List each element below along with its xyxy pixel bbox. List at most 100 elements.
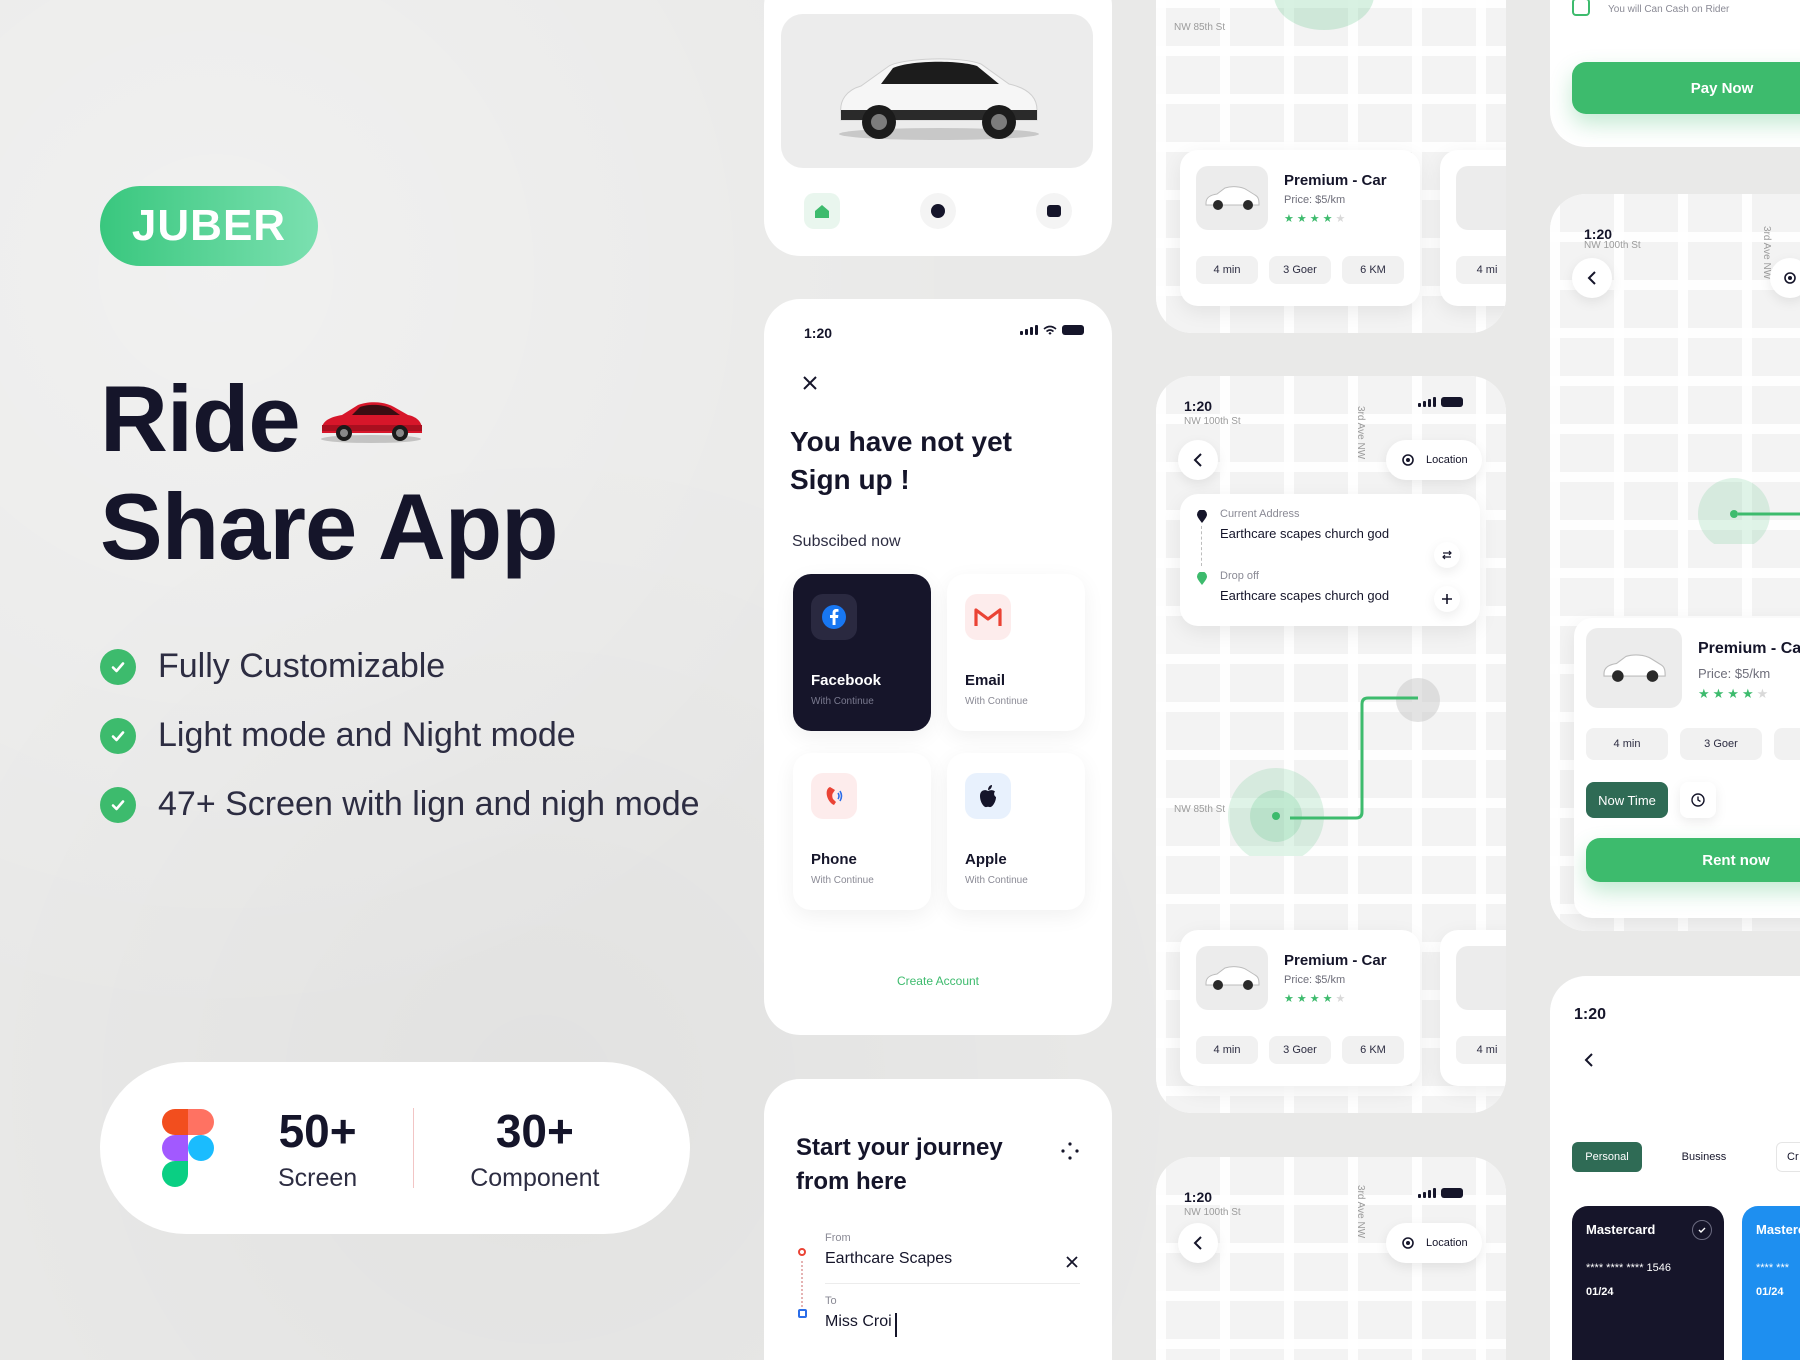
street-label: NW 85th St xyxy=(1174,22,1226,33)
target-icon xyxy=(1402,454,1414,466)
car-option-card-peek[interactable]: 4 mi xyxy=(1440,930,1506,1086)
plus-icon xyxy=(1442,594,1452,604)
schedule-button[interactable] xyxy=(1680,782,1716,818)
red-car-icon xyxy=(321,402,422,443)
back-button[interactable] xyxy=(1572,258,1612,298)
stat-label: Screen xyxy=(278,1163,358,1192)
add-stop-button[interactable] xyxy=(1434,586,1460,612)
route-screen: 1:20 NW 100th St 3rd Ave NW Location Cur… xyxy=(1156,376,1506,1113)
battery-icon xyxy=(1062,325,1084,335)
now-time-button[interactable]: Now Time xyxy=(1586,782,1668,818)
journey-title-line2: from here xyxy=(796,1168,907,1195)
rent-screen: 1:20 NW 100th St 3rd Ave NW Premium - Ca… xyxy=(1550,194,1800,931)
location-button[interactable]: Location xyxy=(1386,440,1482,480)
signup-title-line2: Sign up ! xyxy=(790,464,910,495)
rating-stars-icon: ★★★★★ xyxy=(1284,993,1349,1005)
cash-checkbox[interactable] xyxy=(1572,0,1590,16)
car-thumbnail xyxy=(1456,946,1506,1010)
suv-car-image xyxy=(839,58,1039,140)
from-input[interactable]: Earthcare Scapes xyxy=(825,1250,1045,1274)
option-title: Facebook xyxy=(811,672,882,689)
email-option[interactable]: Email With Continue xyxy=(947,574,1085,731)
journey-title: Start your journey from here xyxy=(796,1131,1003,1199)
seats-chip: 3 Goer xyxy=(1269,256,1331,284)
target-icon xyxy=(1402,1237,1414,1249)
status-icons xyxy=(1418,397,1463,407)
to-dot-icon xyxy=(798,1309,807,1318)
signal-icon xyxy=(1020,325,1038,335)
back-button[interactable] xyxy=(1178,440,1218,480)
payment-screen: You will Can Cash on Rider Pay Now xyxy=(1550,0,1800,147)
figma-logo-icon xyxy=(162,1109,214,1187)
tab-credit[interactable]: Cr xyxy=(1776,1142,1800,1172)
route-path xyxy=(1698,478,1800,544)
status-icons xyxy=(1020,325,1084,335)
cash-note: You will Can Cash on Rider xyxy=(1608,4,1730,15)
street-label: NW 100th St xyxy=(1184,1207,1241,1218)
street-label: 3rd Ave NW xyxy=(1355,1185,1366,1239)
battery-icon xyxy=(1441,397,1463,407)
location-label: Location xyxy=(1426,1237,1468,1249)
current-address[interactable]: Earthcare scapes church god xyxy=(1220,526,1389,541)
expand-icon[interactable] xyxy=(1060,1141,1080,1161)
chevron-left-icon xyxy=(1587,271,1596,285)
stat-screens: 50+ Screen xyxy=(278,1104,357,1193)
feature-item: Fully Customizable xyxy=(100,632,700,701)
to-label: To xyxy=(825,1295,837,1307)
home-icon[interactable] xyxy=(804,193,840,229)
rent-car-card: Premium - Ca Price: $5/km ★★★★★ 4 min 3 … xyxy=(1574,618,1800,918)
car-option-card[interactable]: Premium - Car Price: $5/km ★★★★★ 4 min 3… xyxy=(1180,930,1420,1086)
signup-screen: 1:20 You have not yet Sign up ! Subscibe… xyxy=(764,299,1112,1035)
close-icon[interactable] xyxy=(802,375,818,391)
signal-icon xyxy=(1418,1188,1436,1198)
distance-chip: 6 KM xyxy=(1342,256,1404,284)
chat-icon[interactable] xyxy=(920,193,956,229)
status-time: 1:20 xyxy=(1184,1189,1213,1205)
back-button[interactable] xyxy=(1178,1223,1218,1263)
car-option-card-peek[interactable]: 4 mi xyxy=(1440,150,1506,306)
clear-icon[interactable] xyxy=(1066,1256,1078,1268)
feature-item: 47+ Screen with lign and nigh mode xyxy=(100,770,700,839)
gmail-icon xyxy=(965,594,1011,640)
pay-now-button[interactable]: Pay Now xyxy=(1572,62,1800,114)
phone-option[interactable]: Phone With Continue xyxy=(793,753,931,910)
card-number: **** **** **** 1546 xyxy=(1586,1262,1672,1274)
option-subtitle: With Continue xyxy=(811,875,874,886)
signup-subtitle: Subscibed now xyxy=(792,533,901,550)
rating-stars-icon: ★★★★★ xyxy=(1284,213,1349,225)
to-input[interactable]: Miss Croi xyxy=(825,1313,897,1337)
facebook-option[interactable]: Facebook With Continue xyxy=(793,574,931,731)
swap-icon xyxy=(1442,550,1452,560)
location-label: Location xyxy=(1426,454,1468,466)
mastercard-card[interactable]: Mastercard **** **** **** 1546 01/24 xyxy=(1572,1206,1724,1360)
feature-item: Light mode and Night mode xyxy=(100,701,700,770)
route-line xyxy=(1201,526,1202,566)
dropoff-pin-icon xyxy=(1197,572,1207,585)
journey-title-line1: Start your journey xyxy=(796,1134,1003,1161)
brand-badge: JUBER xyxy=(100,186,318,266)
car-option-card[interactable]: Premium - Car Price: $5/km ★★★★★ 4 min 3… xyxy=(1180,150,1420,306)
swap-button[interactable] xyxy=(1434,542,1460,568)
seats-chip: 3 Goer xyxy=(1269,1036,1331,1064)
time-chip: 4 min xyxy=(1196,1036,1258,1064)
time-chip: 4 min xyxy=(1586,728,1668,760)
apple-option[interactable]: Apple With Continue xyxy=(947,753,1085,910)
tab-personal[interactable]: Personal xyxy=(1572,1142,1642,1172)
car-image-panel xyxy=(781,14,1093,168)
rent-now-button[interactable]: Rent now xyxy=(1586,838,1800,882)
tab-business[interactable]: Business xyxy=(1664,1142,1744,1172)
mastercard-card-2[interactable]: Masterc **** *** 01/24 xyxy=(1742,1206,1800,1360)
drop-address[interactable]: Earthcare scapes church god xyxy=(1220,588,1389,603)
location-button[interactable]: Location xyxy=(1386,1223,1482,1263)
stat-value: 50+ xyxy=(278,1104,357,1157)
check-icon xyxy=(100,786,136,823)
wifi-icon xyxy=(1043,325,1057,335)
create-account-link[interactable]: Create Account xyxy=(764,974,1112,988)
stat-components: 30+ Component xyxy=(470,1104,599,1193)
rating-stars-icon: ★★★★★ xyxy=(1698,686,1772,701)
feature-text: Fully Customizable xyxy=(158,647,446,685)
option-subtitle: With Continue xyxy=(811,696,874,707)
message-icon[interactable] xyxy=(1036,193,1072,229)
chevron-left-icon[interactable] xyxy=(1584,1052,1594,1068)
card-expiry: 01/24 xyxy=(1586,1286,1614,1298)
